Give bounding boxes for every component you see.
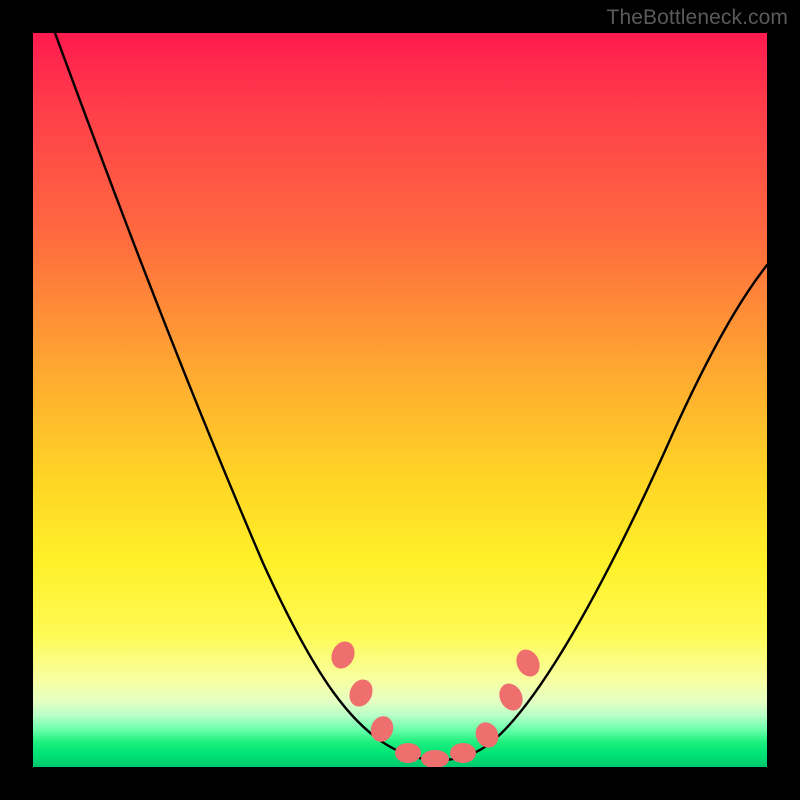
marker-dot	[395, 743, 421, 763]
marker-dot	[472, 719, 503, 752]
chart-frame: TheBottleneck.com	[0, 0, 800, 800]
marker-dot	[512, 646, 544, 681]
plot-area	[33, 33, 767, 767]
marker-dot	[345, 676, 376, 711]
marker-group	[327, 638, 544, 767]
marker-dot	[450, 743, 476, 763]
curve-svg	[33, 33, 767, 767]
bottleneck-curve	[55, 33, 767, 760]
watermark-text: TheBottleneck.com	[607, 6, 788, 30]
marker-dot	[367, 713, 397, 745]
marker-dot	[421, 750, 449, 767]
marker-dot	[327, 638, 358, 673]
